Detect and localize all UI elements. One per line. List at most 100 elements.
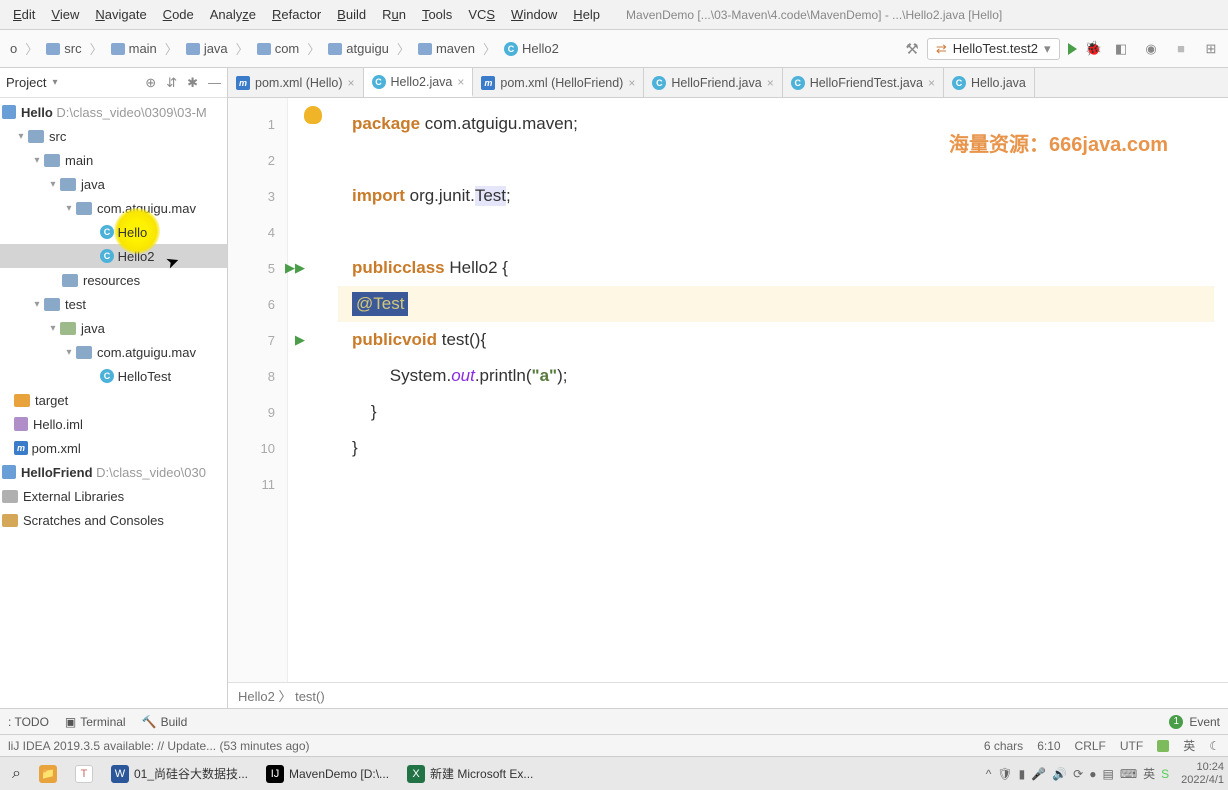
maven-icon: m xyxy=(481,76,495,90)
watermark: 海量资源：666java.com xyxy=(949,128,1168,157)
menu-tools[interactable]: Tools xyxy=(414,3,460,26)
system-tray[interactable]: ^ 🛡 ▮ 🎤 🔊 ⟳ ● ▤ ⌨ 英 S 10:24 2022/4/1 xyxy=(986,761,1224,785)
tool-window-bar: : TODO ▣ Terminal 🔨 Build 1 Event xyxy=(0,708,1228,734)
tray-kbd-icon[interactable]: ⌨ xyxy=(1120,767,1137,781)
class-icon: C xyxy=(372,75,386,89)
close-icon[interactable]: × xyxy=(628,76,635,90)
status-message[interactable]: liJ IDEA 2019.3.5 available: // Update..… xyxy=(8,739,310,753)
run-gutter-icon[interactable]: ▶▶ xyxy=(285,260,305,276)
project-title[interactable]: Project xyxy=(6,75,46,90)
menu-analyze[interactable]: Analyze xyxy=(202,3,264,26)
menu-navigate[interactable]: Navigate xyxy=(87,3,154,26)
selection-chars: 6 chars xyxy=(984,739,1023,753)
run-config-combo[interactable]: ⇄ HelloTest.test2 ▾ xyxy=(927,38,1060,60)
tray-clock[interactable]: 10:24 2022/4/1 xyxy=(1181,761,1224,785)
run-gutter-icon[interactable]: ▶ xyxy=(295,332,305,348)
menu-window[interactable]: Window xyxy=(503,3,565,26)
tray-battery-icon[interactable]: ▮ xyxy=(1019,767,1026,781)
input-mode-icon[interactable] xyxy=(1157,740,1169,752)
lib-icon xyxy=(2,490,18,503)
event-log-tab[interactable]: Event xyxy=(1189,715,1220,729)
menu-code[interactable]: Code xyxy=(155,3,202,26)
todo-tab[interactable]: : TODO xyxy=(8,715,49,729)
encoding[interactable]: UTF xyxy=(1120,739,1143,753)
text-icon[interactable]: T xyxy=(67,762,101,786)
explorer-icon[interactable]: 📁 xyxy=(31,762,65,786)
profile-button[interactable]: ◉ xyxy=(1140,41,1162,57)
menu-vcs[interactable]: VCS xyxy=(460,3,503,26)
search-button[interactable]: ⌕ xyxy=(4,762,29,786)
coverage-button[interactable]: ◧ xyxy=(1110,41,1132,57)
tab-hello[interactable]: CHello.java xyxy=(944,68,1035,97)
tab-hello2[interactable]: CHello2.java× xyxy=(364,68,474,97)
folder-icon xyxy=(76,202,92,215)
task-word[interactable]: W01_尚硅谷大数据技... xyxy=(103,762,256,786)
close-icon[interactable]: × xyxy=(348,76,355,90)
task-intellij[interactable]: IJMavenDemo [D:\... xyxy=(258,762,397,786)
tray-net-icon[interactable]: ▤ xyxy=(1102,767,1113,781)
folder-icon xyxy=(46,43,60,55)
menu-build[interactable]: Build xyxy=(329,3,374,26)
locate-icon[interactable]: ⊕ xyxy=(145,75,156,91)
menu-refactor[interactable]: Refactor xyxy=(264,3,329,26)
folder-icon xyxy=(76,346,92,359)
run-button[interactable] xyxy=(1068,43,1077,55)
search-everywhere[interactable]: ⊞ xyxy=(1200,41,1222,57)
bulb-icon[interactable] xyxy=(304,106,322,124)
stop-button[interactable]: ■ xyxy=(1170,41,1192,56)
build-icon[interactable]: ⚒ xyxy=(905,40,918,58)
tab-hellofriend[interactable]: CHelloFriend.java× xyxy=(644,68,782,97)
close-icon[interactable]: × xyxy=(767,76,774,90)
class-icon: C xyxy=(952,76,966,90)
tray-chevron-icon[interactable]: ^ xyxy=(986,767,992,781)
tab-pom-hello[interactable]: mpom.xml (Hello)× xyxy=(228,68,364,97)
ime-label: 英 xyxy=(1183,737,1195,754)
editor-breadcrumb[interactable]: Hello2 〉 test() xyxy=(228,682,1228,708)
tree-hello2-class[interactable]: C Hello2 xyxy=(0,244,227,268)
navigation-toolbar: o〉 src〉 main〉 java〉 com〉 atguigu〉 maven〉… xyxy=(0,30,1228,68)
bc-src[interactable]: src xyxy=(42,39,85,58)
hide-icon[interactable]: — xyxy=(208,75,221,91)
close-icon[interactable]: × xyxy=(457,75,464,89)
bc-java[interactable]: java xyxy=(182,39,232,58)
folder-icon xyxy=(186,43,200,55)
breadcrumb: o〉 src〉 main〉 java〉 com〉 atguigu〉 maven〉… xyxy=(6,39,905,58)
task-excel[interactable]: X新建 Microsoft Ex... xyxy=(399,762,541,786)
build-tab[interactable]: 🔨 Build xyxy=(142,715,188,729)
code-editor[interactable]: 1234 5▶▶ 6 7▶ 891011 海量资源：666java.com pa… xyxy=(228,98,1228,682)
menu-view[interactable]: View xyxy=(43,3,87,26)
class-icon: C xyxy=(652,76,666,90)
menu-run[interactable]: Run xyxy=(374,3,414,26)
close-icon[interactable]: × xyxy=(928,76,935,90)
caret-position[interactable]: 6:10 xyxy=(1037,739,1060,753)
bc-com[interactable]: com xyxy=(253,39,304,58)
bc-class[interactable]: CHello2 xyxy=(500,39,563,58)
collapse-icon[interactable]: ⇵ xyxy=(166,75,177,91)
menu-help[interactable]: Help xyxy=(565,3,608,26)
menu-edit[interactable]: Edit xyxy=(5,3,43,26)
bc-root[interactable]: o xyxy=(6,39,21,58)
bc-maven[interactable]: maven xyxy=(414,39,479,58)
tab-pom-friend[interactable]: mpom.xml (HelloFriend)× xyxy=(473,68,644,97)
settings-icon[interactable]: ✱ xyxy=(187,75,198,91)
tray-disk-icon[interactable]: ● xyxy=(1089,767,1096,781)
event-badge: 1 xyxy=(1169,715,1183,729)
bc-atguigu[interactable]: atguigu xyxy=(324,39,393,58)
line-sep[interactable]: CRLF xyxy=(1075,739,1106,753)
window-title: MavenDemo [...\03-Maven\4.code\MavenDemo… xyxy=(626,8,1223,22)
status-bar: liJ IDEA 2019.3.5 available: // Update..… xyxy=(0,734,1228,756)
tray-sync-icon[interactable]: ⟳ xyxy=(1073,767,1083,781)
folder-icon xyxy=(257,43,271,55)
tray-sogou-icon[interactable]: S xyxy=(1161,767,1169,781)
tree-hello-class[interactable]: C Hello xyxy=(0,220,227,244)
debug-button[interactable]: 🐞 xyxy=(1085,40,1102,57)
project-tree[interactable]: Hello D:\class_video\0309\03-M ▾src ▾mai… xyxy=(0,98,227,708)
tray-shield-icon[interactable]: 🛡 xyxy=(997,767,1012,781)
class-icon: C xyxy=(504,42,518,56)
intention-gutter xyxy=(288,98,338,682)
terminal-tab[interactable]: ▣ Terminal xyxy=(65,715,126,729)
tray-mic-icon[interactable]: 🎤 xyxy=(1031,767,1046,781)
bc-main[interactable]: main xyxy=(107,39,161,58)
tray-volume-icon[interactable]: 🔊 xyxy=(1052,767,1067,781)
tab-hellofriendtest[interactable]: CHelloFriendTest.java× xyxy=(783,68,944,97)
